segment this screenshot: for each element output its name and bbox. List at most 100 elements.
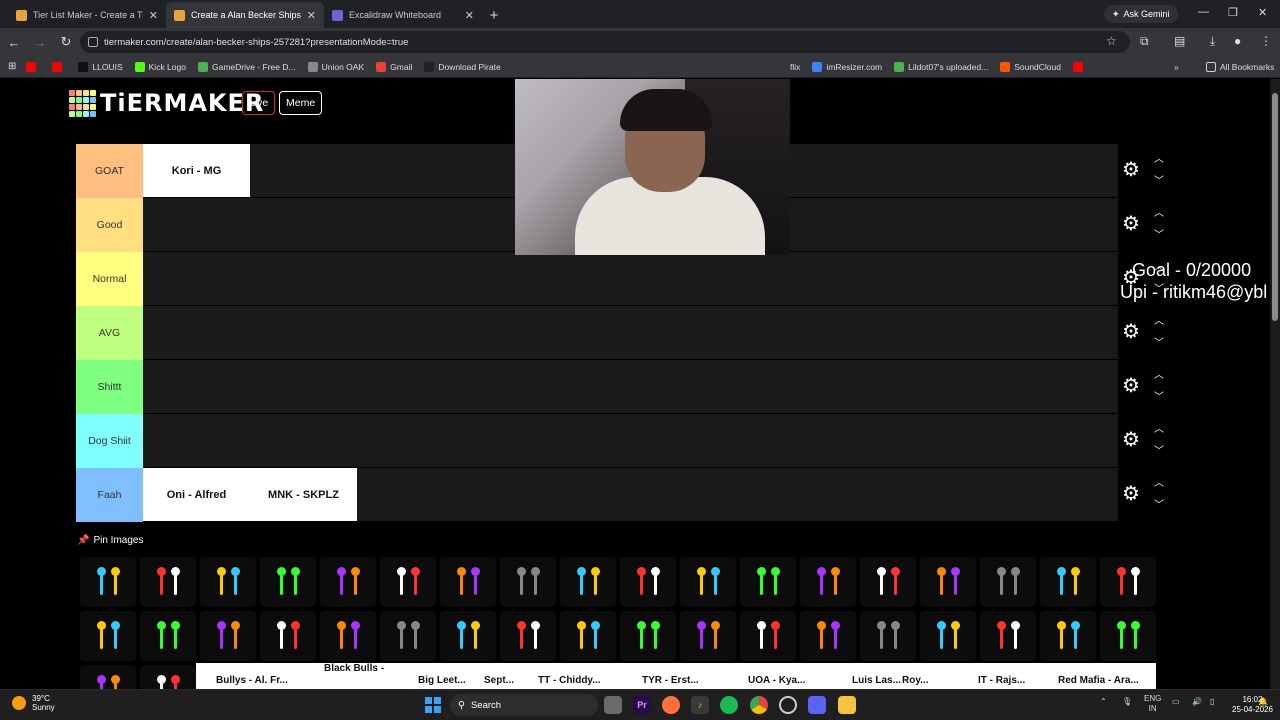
tab-close-icon[interactable]: ✕ (307, 9, 316, 22)
bookmark-partial[interactable]: flix (790, 62, 800, 72)
unranked-image-thumb[interactable] (440, 611, 496, 661)
gear-icon[interactable]: ⚙ (1122, 322, 1142, 342)
tiermaker-logo[interactable]: TiERMAKER (69, 89, 264, 117)
obs-icon[interactable] (779, 696, 797, 714)
browser-tab[interactable]: Excalidraw Whiteboard ✕ (324, 2, 482, 28)
unranked-image-thumb[interactable] (680, 557, 736, 607)
address-bar[interactable]: tiermaker.com/create/alan-becker-ships-2… (80, 31, 1130, 53)
live-button[interactable]: Live (242, 91, 276, 115)
page-scrollbar[interactable] (1270, 79, 1280, 689)
microphone-icon[interactable]: 🎙 (1122, 697, 1132, 706)
unranked-image-thumb[interactable] (800, 611, 856, 661)
tray-overflow-icon[interactable]: ⌃ (1100, 697, 1107, 706)
volume-icon[interactable]: 🔊 (1192, 697, 1202, 706)
unranked-text-card[interactable]: Big Leet... (418, 675, 466, 686)
bookmark-item[interactable]: imResizer.com (812, 61, 882, 72)
unranked-image-thumb[interactable] (500, 611, 556, 661)
unranked-image-thumb[interactable] (560, 611, 616, 661)
browser-tab[interactable]: Create a Alan Becker Ships Tier ✕ (166, 2, 324, 28)
ask-gemini-button[interactable]: ✦ Ask Gemini (1104, 5, 1178, 23)
gear-icon[interactable]: ⚙ (1122, 160, 1142, 180)
unranked-image-thumb[interactable] (980, 557, 1036, 607)
tier-label[interactable]: Dog Shiit (76, 414, 143, 468)
unranked-image-thumb[interactable] (920, 557, 976, 607)
unranked-image-thumb[interactable] (140, 557, 196, 607)
firefox-icon[interactable] (662, 696, 680, 714)
taskbar-search[interactable]: ⚲ Search (450, 694, 598, 716)
tier-dropzone[interactable] (143, 306, 1118, 359)
bookmark-item[interactable]: LLOUIS (78, 61, 123, 72)
unranked-image-thumb[interactable] (1040, 611, 1096, 661)
unranked-text-card[interactable]: IT - Rajs... (978, 675, 1025, 686)
chevron-down-icon[interactable]: ﹀ (1154, 442, 1164, 457)
unranked-image-thumb[interactable] (320, 557, 376, 607)
gear-icon[interactable]: ⚙ (1122, 484, 1142, 504)
tab-close-icon[interactable]: ✕ (465, 9, 474, 22)
site-info-icon[interactable] (88, 37, 98, 47)
bookmark-item[interactable]: Union OAK (307, 61, 364, 72)
chevron-up-icon[interactable]: ︿ (1154, 312, 1164, 327)
network-icon[interactable]: ▭ (1172, 697, 1180, 706)
unranked-text-card[interactable]: Luis Las... (852, 675, 901, 686)
bookmark-item[interactable] (1073, 61, 1087, 72)
unranked-image-thumb[interactable] (80, 665, 136, 689)
scrollbar-thumb[interactable] (1272, 93, 1278, 321)
minimize-icon[interactable]: — (1198, 6, 1209, 18)
tier-dropzone[interactable] (143, 414, 1118, 467)
unranked-image-thumb[interactable] (1100, 557, 1156, 607)
unranked-image-thumb[interactable] (560, 557, 616, 607)
bookmark-star-icon[interactable]: ☆ (1106, 34, 1117, 48)
unranked-text-card[interactable]: Red Mafia - Ara... (1058, 675, 1139, 686)
meme-button[interactable]: Meme (279, 91, 323, 115)
unranked-image-thumb[interactable] (860, 557, 916, 607)
unranked-image-thumb[interactable] (500, 557, 556, 607)
unranked-image-thumb[interactable] (440, 557, 496, 607)
unranked-image-thumb[interactable] (80, 557, 136, 607)
file-explorer-icon[interactable] (838, 696, 856, 714)
unranked-image-thumb[interactable] (80, 611, 136, 661)
menu-kebab-icon[interactable]: ⋮ (1260, 34, 1272, 48)
extensions-icon[interactable]: ⧉ (1140, 34, 1149, 49)
chevron-down-icon[interactable]: ﹀ (1154, 496, 1164, 511)
discord-icon[interactable] (808, 696, 826, 714)
chevron-down-icon[interactable]: ﹀ (1154, 334, 1164, 349)
chevron-up-icon[interactable]: ︿ (1154, 366, 1164, 381)
unranked-image-thumb[interactable] (200, 611, 256, 661)
back-arrow-icon[interactable]: ← (2, 30, 26, 54)
pin-images-toggle[interactable]: 📌 Pin Images (77, 535, 143, 546)
apps-grid-icon[interactable]: ⊞ (8, 61, 16, 72)
language-indicator[interactable]: ENG IN (1144, 694, 1161, 714)
premiere-icon[interactable]: Pr (633, 696, 651, 714)
unranked-text-card[interactable]: UOA - Kya... (748, 675, 805, 686)
browser-tab[interactable]: Tier List Maker - Create a Tier L ✕ (8, 2, 166, 28)
chevron-up-icon[interactable]: ︿ (1154, 150, 1164, 165)
bookmark-item[interactable]: Gmail (376, 61, 412, 72)
all-bookmarks-button[interactable]: All Bookmarks (1206, 61, 1274, 72)
fl-studio-icon[interactable]: ♪ (691, 696, 709, 714)
forward-arrow-icon[interactable]: → (28, 30, 52, 54)
bookmark-item[interactable] (52, 61, 66, 72)
unranked-image-thumb[interactable] (860, 611, 916, 661)
more-bookmarks-icon[interactable]: » (1174, 62, 1179, 72)
tier-dropzone[interactable] (143, 360, 1118, 413)
unranked-text-card[interactable]: Black Bulls - (324, 663, 384, 674)
media-icon[interactable]: ▤ (1174, 34, 1185, 48)
unranked-image-thumb[interactable] (260, 557, 316, 607)
unranked-image-thumb[interactable] (740, 557, 796, 607)
download-icon[interactable]: ⤓ (1210, 34, 1215, 49)
unranked-image-thumb[interactable] (140, 665, 196, 689)
reload-icon[interactable]: ↻ (54, 30, 78, 54)
gear-icon[interactable]: ⚙ (1122, 430, 1142, 450)
unranked-image-thumb[interactable] (800, 557, 856, 607)
close-window-icon[interactable]: ✕ (1258, 6, 1267, 19)
gear-icon[interactable]: ⚙ (1122, 376, 1142, 396)
unranked-image-thumb[interactable] (620, 611, 676, 661)
unranked-text-card[interactable]: Roy... (902, 675, 928, 686)
restore-icon[interactable]: ❐ (1228, 6, 1238, 19)
unranked-text-card[interactable]: TYR - Erst... (642, 675, 699, 686)
chevron-down-icon[interactable]: ﹀ (1154, 388, 1164, 403)
unranked-image-thumb[interactable] (260, 611, 316, 661)
bookmark-item[interactable]: Kick Logo (134, 61, 186, 72)
chevron-down-icon[interactable]: ﹀ (1154, 172, 1164, 187)
tier-label[interactable]: Good (76, 198, 143, 252)
